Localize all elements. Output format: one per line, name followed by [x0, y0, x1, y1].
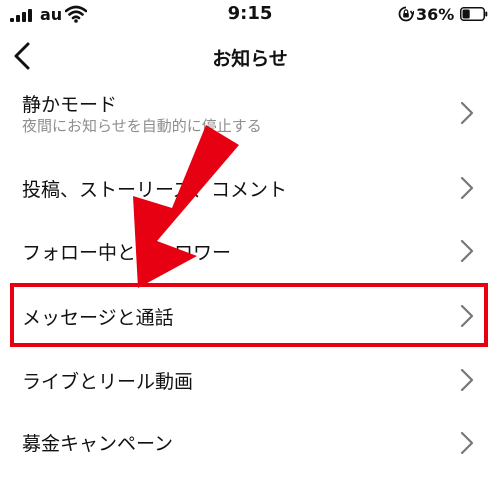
settings-item-following-followers[interactable]: フォロー中とフォロワー — [0, 220, 500, 280]
settings-item-quiet-mode[interactable]: 静かモード 夜間にお知らせを自動的に停止する — [0, 82, 500, 144]
highlight-box — [10, 283, 488, 347]
settings-item-live-reels[interactable]: ライブとリール動画 — [0, 350, 500, 410]
status-bar: au 9:15 36% — [0, 0, 500, 30]
chevron-right-icon — [460, 368, 474, 392]
settings-item-label: 募金キャンペーン — [22, 433, 174, 455]
chevron-right-icon — [460, 176, 474, 200]
chevron-right-icon — [460, 101, 474, 125]
settings-item-sublabel: 夜間にお知らせを自動的に停止する — [22, 117, 262, 135]
chevron-right-icon — [460, 431, 474, 455]
settings-item-label: 静かモード — [22, 94, 118, 116]
battery-level-fill — [462, 9, 470, 19]
page-title: お知らせ — [212, 48, 288, 70]
battery-percentage: 36% — [416, 5, 455, 24]
settings-item-label: 投稿、ストーリーズ、コメント — [22, 179, 288, 201]
settings-item-posts-stories-comments[interactable]: 投稿、ストーリーズ、コメント — [0, 158, 500, 218]
settings-item-label: フォロー中とフォロワー — [22, 242, 232, 264]
battery-icon — [460, 7, 488, 21]
chevron-right-icon — [460, 239, 474, 263]
nav-bar: お知らせ — [0, 30, 500, 82]
settings-item-label: ライブとリール動画 — [22, 371, 194, 393]
rotation-lock-icon — [398, 6, 414, 22]
settings-item-fundraisers[interactable]: 募金キャンペーン — [0, 412, 500, 472]
